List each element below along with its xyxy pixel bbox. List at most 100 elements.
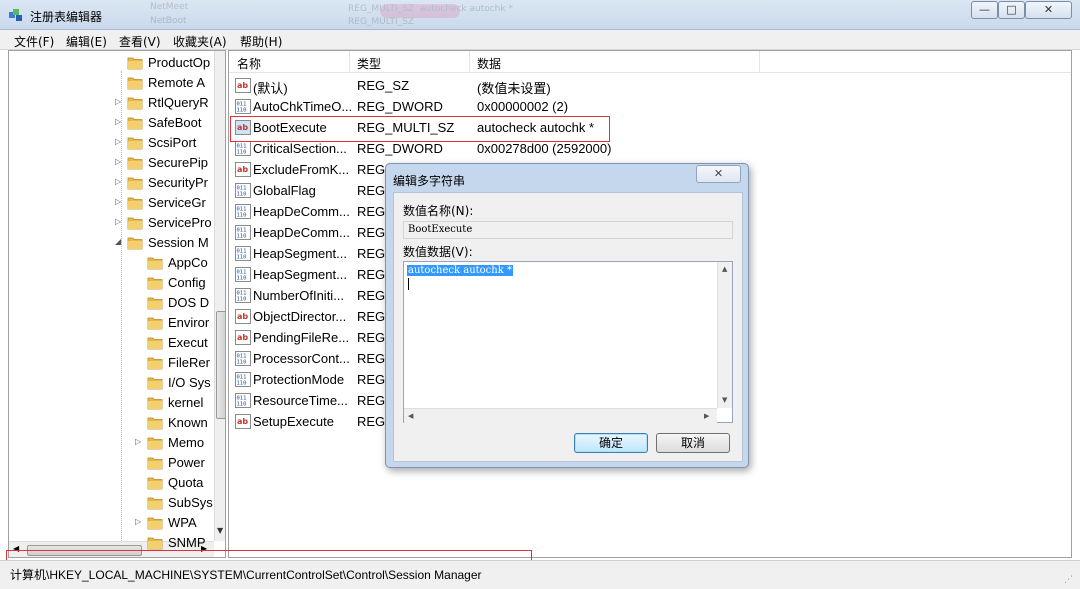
expand-arrow-icon[interactable]: ▷ — [115, 97, 121, 106]
value-name: PendingFileRe... — [253, 330, 350, 345]
binary-value-icon: 011110 — [235, 372, 251, 387]
tree-item-label: SubSys — [168, 495, 213, 510]
column-type[interactable]: 类型 — [357, 55, 381, 72]
value-data: 0x00000002 (2) — [477, 99, 569, 114]
tree-item[interactable]: Remote A — [115, 73, 225, 93]
binary-value-icon: 011110 — [235, 204, 251, 219]
expand-arrow-icon[interactable]: ▷ — [115, 117, 121, 126]
expand-arrow-icon[interactable]: ▷ — [135, 437, 141, 446]
tree-item[interactable]: Config — [135, 273, 225, 293]
resize-grip-icon[interactable]: ⋰ — [1064, 575, 1073, 585]
tree-item[interactable]: ProductOp — [115, 53, 225, 73]
folder-icon — [147, 417, 163, 430]
tree-item[interactable]: ▷ ServicePro — [115, 213, 225, 233]
value-name: ResourceTime... — [253, 393, 348, 408]
tree-item[interactable]: ▷ ServiceGr — [115, 193, 225, 213]
ok-button[interactable]: 确定 — [574, 433, 648, 453]
folder-icon — [147, 397, 163, 410]
close-button[interactable]: ✕ — [1025, 1, 1072, 19]
tree-item[interactable]: Known — [135, 413, 225, 433]
tree-item[interactable]: Quota — [135, 473, 225, 493]
value-type: REG_SZ — [357, 78, 410, 93]
expand-arrow-icon[interactable]: ▷ — [115, 197, 121, 206]
svg-text:ab: ab — [237, 312, 248, 321]
folder-icon — [147, 497, 163, 510]
value-data-textarea[interactable]: autocheck autochk * ▲ ▼ ◀ ▶ — [403, 261, 733, 423]
expand-arrow-icon[interactable]: ▷ — [115, 217, 121, 226]
tree-item[interactable]: FileRer — [135, 353, 225, 373]
binary-value-icon: 011110 — [235, 183, 251, 198]
tree-item[interactable]: Enviror — [135, 313, 225, 333]
value-name: HeapDeComm... — [253, 204, 350, 219]
svg-text:ab: ab — [237, 417, 248, 426]
menu-file[interactable]: 文件(F) — [14, 33, 54, 50]
tree-item-label: kernel — [168, 395, 204, 410]
tree-item-label: SNMP — [168, 535, 206, 550]
menu-favorites[interactable]: 收藏夹(A) — [173, 33, 227, 50]
tree-item-label: RtlQueryR — [148, 95, 209, 110]
tree-item[interactable]: SubSys — [135, 493, 225, 513]
dialog-close-button[interactable]: ✕ — [696, 165, 741, 183]
expand-arrow-icon[interactable]: ▷ — [115, 137, 121, 146]
tree-item[interactable]: ▷ SecurityPr — [115, 173, 225, 193]
value-name: HeapSegment... — [253, 246, 347, 261]
folder-icon — [147, 377, 163, 390]
string-value-icon: ab — [235, 162, 251, 177]
tree-item[interactable]: ▷ WPA — [135, 513, 225, 533]
folder-icon — [127, 237, 143, 250]
status-path: 计算机\HKEY_LOCAL_MACHINE\SYSTEM\CurrentCon… — [10, 568, 482, 582]
list-header: 名称 类型 数据 — [229, 51, 1071, 73]
textarea-vertical-scrollbar[interactable]: ▲ ▼ — [717, 262, 732, 408]
svg-text:110: 110 — [237, 381, 247, 387]
tree-item[interactable]: Execut — [135, 333, 225, 353]
column-name[interactable]: 名称 — [237, 55, 261, 72]
tree-item-label: SecurityPr — [148, 175, 208, 190]
tree-item[interactable]: ◢ Session M — [115, 233, 225, 253]
tree-item[interactable]: kernel — [135, 393, 225, 413]
textarea-horizontal-scrollbar[interactable]: ◀ ▶ — [404, 408, 717, 423]
expand-arrow-icon[interactable]: ▷ — [115, 157, 121, 166]
tree-item[interactable]: DOS D — [135, 293, 225, 313]
tree-item[interactable]: I/O Sys — [135, 373, 225, 393]
folder-icon — [127, 177, 143, 190]
scroll-up-arrow-icon[interactable]: ▲ — [722, 265, 727, 273]
scroll-right-arrow-icon[interactable]: ▶ — [704, 412, 709, 420]
folder-icon — [147, 257, 163, 270]
maximize-button[interactable]: □ — [998, 1, 1025, 19]
binary-value-icon: 011110 — [235, 351, 251, 366]
expand-arrow-icon[interactable]: ▷ — [135, 517, 141, 526]
tree-item[interactable]: ▷ ScsiPort — [115, 133, 225, 153]
menu-view[interactable]: 查看(V) — [119, 33, 161, 50]
menu-help[interactable]: 帮助(H) — [240, 33, 282, 50]
tree-item-label: Enviror — [168, 315, 210, 330]
tree-item-label: Power — [168, 455, 205, 470]
tree-item[interactable]: ▷ SecurePip — [115, 153, 225, 173]
folder-icon — [147, 277, 163, 290]
tree-item[interactable]: ▷ Memo — [135, 433, 225, 453]
status-bar: 计算机\HKEY_LOCAL_MACHINE\SYSTEM\CurrentCon… — [0, 560, 1080, 589]
tree-item[interactable]: AppCo — [135, 253, 225, 273]
value-name: ProtectionMode — [253, 372, 345, 387]
folder-icon — [127, 97, 143, 110]
value-row[interactable]: 011 110 AutoChkTimeO... REG_DWORD 0x00000002… — [229, 96, 1071, 117]
value-name: ExcludeFromK... — [253, 162, 350, 177]
menu-edit[interactable]: 编辑(E) — [66, 33, 107, 50]
scroll-left-arrow-icon[interactable]: ◀ — [408, 412, 413, 420]
column-data[interactable]: 数据 — [477, 55, 501, 72]
svg-text:110: 110 — [237, 255, 247, 261]
tree-item[interactable]: ▷ SafeBoot — [115, 113, 225, 133]
tree-item-label: Execut — [168, 335, 208, 350]
expand-arrow-icon[interactable]: ▷ — [115, 177, 121, 186]
folder-icon — [147, 337, 163, 350]
svg-text:110: 110 — [237, 276, 247, 282]
tree-item-label: Remote A — [148, 75, 206, 90]
tree-item[interactable]: Power — [135, 453, 225, 473]
tree-item[interactable]: ▷ RtlQueryR — [115, 93, 225, 113]
minimize-button[interactable]: — — [971, 1, 998, 19]
folder-icon — [127, 77, 143, 90]
value-row[interactable]: ab (默认) REG_SZ (数值未设置) — [229, 75, 1071, 96]
registry-tree[interactable]: ▼ ◀ ▶ ProductOp Remote A ▷ RtlQueryR ▷ SafeBo… — [8, 50, 226, 558]
scroll-down-arrow-icon[interactable]: ▼ — [722, 396, 727, 404]
cancel-button[interactable]: 取消 — [656, 433, 730, 453]
expand-arrow-icon[interactable]: ◢ — [115, 237, 121, 246]
